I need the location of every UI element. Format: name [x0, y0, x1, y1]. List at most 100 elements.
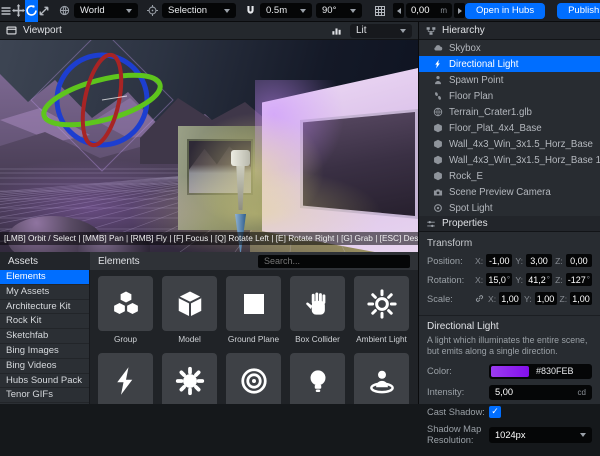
grid-height-increase-button[interactable]	[454, 3, 465, 18]
grid-height-stepper: 0,00 m	[393, 3, 465, 18]
grid-height-decrease-button[interactable]	[393, 3, 404, 18]
asset-tile-spawn-point[interactable]	[354, 353, 409, 404]
render-mode-select[interactable]: Lit	[350, 24, 412, 38]
position-z-input[interactable]: 0,00	[566, 254, 592, 267]
intensity-input[interactable]: 5,00 cd	[489, 385, 592, 400]
asset-tile-directional-light[interactable]	[98, 353, 153, 404]
hierarchy-item-floor-plan[interactable]: Floor Plan	[419, 88, 600, 104]
hierarchy-item-spawn-point[interactable]: Spawn Point	[419, 72, 600, 88]
source-item-architecture-kit[interactable]: Architecture Kit	[0, 300, 89, 315]
link-icon[interactable]	[475, 294, 484, 303]
hierarchy-header: Hierarchy	[419, 22, 600, 40]
rotation-x-input[interactable]: 15,0°	[486, 273, 512, 286]
asset-tile-ground-plane[interactable]: Ground Plane	[226, 276, 281, 344]
chevron-down-icon	[580, 433, 586, 437]
asset-tile-hemisphere-light[interactable]	[162, 353, 217, 404]
scale-z-input[interactable]: 1,00	[570, 292, 592, 305]
source-item-bing-videos[interactable]: Bing Videos	[0, 359, 89, 374]
transform-title: Transform	[427, 238, 592, 249]
hierarchy-item-terrain[interactable]: Terrain_Crater1.glb	[419, 104, 600, 120]
rotate-tool-button[interactable]	[25, 0, 38, 22]
viewport-canvas[interactable]: [LMB] Orbit / Select | [MMB] Pan | [RMB]…	[0, 40, 418, 252]
source-item-hubs-sound-pack[interactable]: Hubs Sound Pack	[0, 374, 89, 389]
hierarchy-item-rock[interactable]: Rock_E	[419, 168, 600, 184]
menu-button[interactable]	[0, 0, 12, 22]
cube-icon	[433, 155, 443, 165]
hierarchy-item-wall-2[interactable]: Wall_4x3_Win_3x1.5_Horz_Base 1	[419, 152, 600, 168]
ground-plane-icon	[239, 289, 269, 319]
position-y-input[interactable]: 3,00	[526, 254, 552, 267]
properties-header: Properties	[419, 216, 600, 232]
lamp-object[interactable]	[231, 150, 250, 166]
asset-tile-ambient-light[interactable]: Ambient Light	[354, 276, 409, 344]
rotate-gizmo[interactable]	[27, 40, 177, 175]
rotation-z-input[interactable]: -127°	[566, 273, 592, 286]
publish-to-hubs-button[interactable]: Publish to Hubs...	[557, 3, 600, 19]
hand-icon	[303, 289, 333, 319]
asset-tile-group[interactable]: Group	[98, 276, 153, 344]
assets-source-title: Elements	[98, 256, 140, 267]
camera-icon	[433, 187, 443, 197]
rotation-row: Rotation: X: 15,0° Y: 41,2° Z: -127°	[427, 270, 592, 289]
asset-tile-model[interactable]: Model	[162, 276, 217, 344]
grid-toggle-button[interactable]	[371, 0, 389, 22]
spot-light-icon	[433, 203, 443, 213]
source-item-bing-images[interactable]: Bing Images	[0, 344, 89, 359]
asset-tile-box-collider[interactable]: Box Collider	[290, 276, 345, 344]
translate-tool-button[interactable]	[12, 0, 25, 22]
asset-tile-point-light[interactable]	[290, 353, 345, 404]
rotation-y-input[interactable]: 41,2°	[526, 273, 552, 286]
right-column: Hierarchy Skybox Directional Light Spawn…	[418, 22, 600, 404]
transform-space-select[interactable]: World	[74, 3, 138, 18]
chevron-left-icon	[397, 8, 401, 14]
shadow-map-resolution-select[interactable]: 1024px	[489, 427, 592, 443]
cast-shadow-checkbox[interactable]	[489, 406, 501, 418]
chevron-down-icon	[224, 9, 230, 13]
shadow-map-row: Shadow Map Resolution: 1024px	[427, 424, 592, 445]
open-in-hubs-button[interactable]: Open in Hubs	[465, 3, 545, 19]
chevron-down-icon	[350, 9, 356, 13]
cast-shadow-row: Cast Shadow:	[427, 406, 592, 418]
chevron-right-icon	[458, 8, 462, 14]
model-icon	[175, 289, 205, 319]
color-row: Color: #830FEB	[427, 364, 592, 379]
translate-snap-select[interactable]: 0.5m	[260, 3, 312, 18]
hierarchy-item-spot-light[interactable]: Spot Light	[419, 200, 600, 216]
scale-x-input[interactable]: 1,00	[499, 292, 521, 305]
person-icon	[433, 75, 443, 85]
search-input[interactable]	[258, 255, 410, 268]
source-item-my-assets[interactable]: My Assets	[0, 285, 89, 300]
globe-icon	[59, 5, 70, 16]
stats-icon[interactable]	[331, 25, 342, 36]
light-description: A light which illuminates the entire sce…	[427, 335, 592, 358]
hierarchy-item-floor-plat[interactable]: Floor_Plat_4x4_Base	[419, 120, 600, 136]
hierarchy-item-directional-light[interactable]: Directional Light	[419, 56, 600, 72]
asset-tile-spot-light[interactable]	[226, 353, 281, 404]
rotate-snap-select[interactable]: 90°	[316, 3, 362, 18]
scale-tool-button[interactable]	[38, 0, 50, 22]
hierarchy-item-skybox[interactable]: Skybox	[419, 40, 600, 56]
source-item-sketchfab[interactable]: Sketchfab	[0, 329, 89, 344]
hierarchy-item-wall-1[interactable]: Wall_4x3_Win_3x1.5_Horz_Base	[419, 136, 600, 152]
source-item-elements[interactable]: Elements	[0, 270, 89, 285]
intensity-row: Intensity: 5,00 cd	[427, 385, 592, 400]
assets-titlebar: Elements	[90, 252, 418, 270]
cube-icon	[433, 123, 443, 133]
hierarchy-item-scene-preview-camera[interactable]: Scene Preview Camera	[419, 184, 600, 200]
color-picker[interactable]: #830FEB	[489, 364, 592, 379]
cube-icon	[433, 171, 443, 181]
bolt-icon	[433, 59, 443, 69]
sliders-icon	[426, 219, 436, 229]
tab-assets[interactable]: Assets	[0, 252, 90, 270]
hierarchy-title: Hierarchy	[442, 25, 485, 36]
source-item-tenor-gifs[interactable]: Tenor GIFs	[0, 388, 89, 403]
position-x-input[interactable]: -1,00	[486, 254, 512, 267]
source-item-rock-kit[interactable]: Rock Kit	[0, 314, 89, 329]
spawn-person-icon	[367, 366, 397, 396]
viewport-panel-icon	[6, 25, 17, 36]
transform-pivot-select[interactable]: Selection	[162, 3, 236, 18]
light-section-title: Directional Light	[427, 321, 592, 332]
grid-height-input[interactable]: 0,00 m	[406, 3, 452, 18]
scale-y-input[interactable]: 1,00	[535, 292, 557, 305]
color-swatch[interactable]	[491, 366, 529, 377]
